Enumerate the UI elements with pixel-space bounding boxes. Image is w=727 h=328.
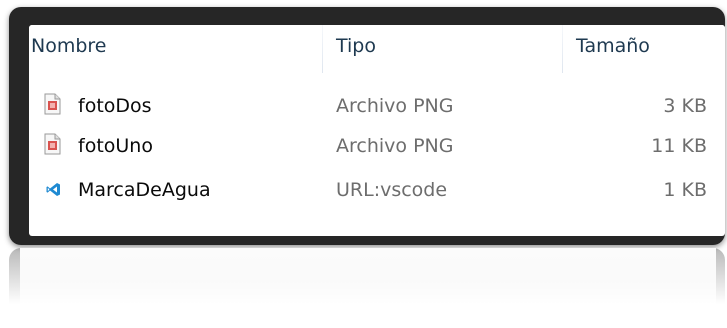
png-file-icon [44,93,61,115]
column-header-type[interactable]: Tipo [336,35,376,57]
column-divider[interactable] [322,25,323,73]
file-type: Archivo PNG [336,135,454,157]
mirror-reflection [9,248,725,328]
reflection-panel [20,248,716,318]
png-file-icon [44,133,61,155]
vscode-icon [46,183,60,196]
file-size: 1 KB [663,179,707,201]
file-name: MarcaDeAgua [78,179,211,201]
file-name: fotoUno [78,135,153,157]
column-header-size[interactable]: Tamaño [576,35,650,57]
explorer-screenshot: Nombre Tipo Tamaño fotoDos Archivo PNG 3… [0,0,727,328]
file-size: 3 KB [663,95,707,117]
file-list: Nombre Tipo Tamaño fotoDos Archivo PNG 3… [29,25,725,236]
file-row[interactable]: MarcaDeAgua URL:vscode 1 KB [29,173,725,207]
file-row[interactable]: fotoUno Archivo PNG 11 KB [29,129,725,163]
column-headers: Nombre Tipo Tamaño [29,25,725,73]
file-row[interactable]: fotoDos Archivo PNG 3 KB [29,89,725,123]
file-type: URL:vscode [336,179,448,201]
file-type: Archivo PNG [336,95,454,117]
column-divider[interactable] [562,25,563,73]
window-frame: Nombre Tipo Tamaño fotoDos Archivo PNG 3… [9,7,725,245]
column-header-name[interactable]: Nombre [31,35,107,57]
file-size: 11 KB [651,135,707,157]
file-name: fotoDos [78,95,152,117]
